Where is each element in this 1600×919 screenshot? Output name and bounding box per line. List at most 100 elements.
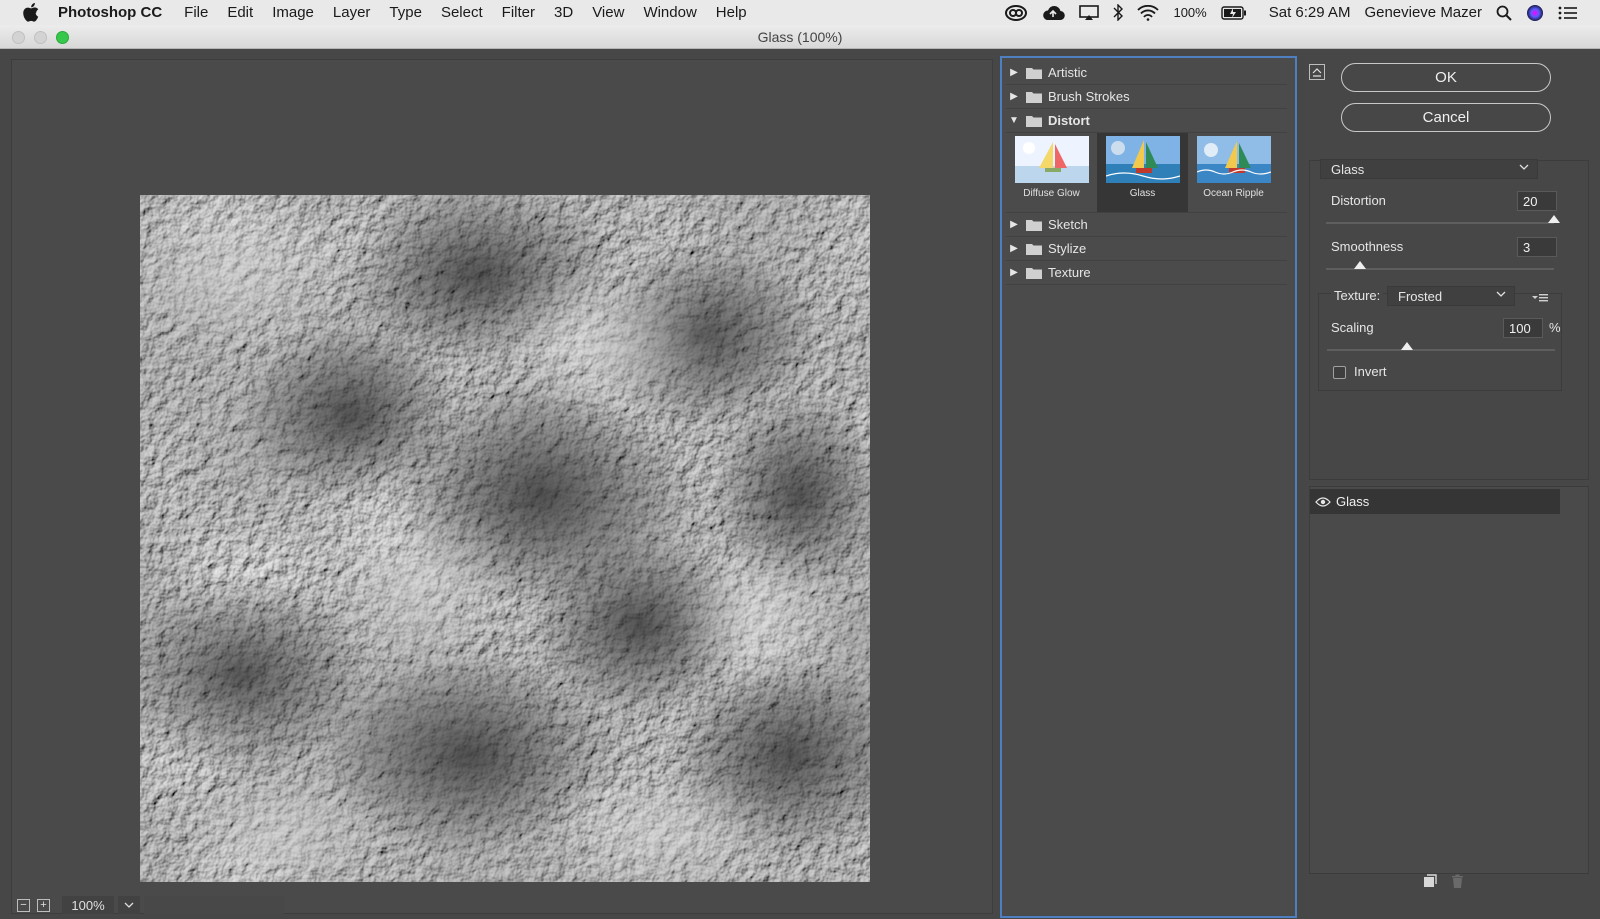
- scaling-unit: %: [1549, 320, 1561, 335]
- delete-effect-layer-trash-icon[interactable]: [1451, 874, 1464, 894]
- effect-layers-list: Glass: [1309, 486, 1589, 874]
- app-name-menu[interactable]: Photoshop CC: [58, 4, 162, 21]
- zoom-in-button[interactable]: +: [37, 898, 50, 912]
- category-label: Stylize: [1048, 241, 1087, 256]
- distortion-label: Distortion: [1331, 193, 1386, 208]
- cancel-button[interactable]: Cancel: [1341, 103, 1551, 132]
- filter-settings-panel: OK Cancel Glass Distortion 20 Smoothness…: [1305, 56, 1600, 918]
- menu-file[interactable]: File: [184, 4, 208, 21]
- clock[interactable]: Sat 6:29 AM: [1269, 4, 1351, 21]
- close-window-button[interactable]: [12, 31, 25, 44]
- smoothness-label: Smoothness: [1331, 239, 1404, 254]
- category-label: Sketch: [1048, 217, 1088, 232]
- texture-settings-group: Texture: Frosted Scaling 100 % Invert: [1318, 286, 1562, 391]
- category-artistic[interactable]: ▶ Artistic: [1006, 61, 1287, 85]
- category-distort[interactable]: ▼ Distort: [1006, 109, 1287, 133]
- thumbnail-label: Diffuse Glow: [1023, 188, 1080, 199]
- zoom-out-button[interactable]: −: [17, 898, 30, 912]
- scaling-input[interactable]: 100: [1503, 318, 1543, 338]
- menu-3d[interactable]: 3D: [554, 4, 573, 21]
- expand-triangle-icon[interactable]: ▶: [1006, 91, 1022, 102]
- filter-gallery-list: ▶ Artistic ▶ Brush Strokes ▼ Distort Dif…: [1000, 56, 1297, 918]
- category-brush-strokes[interactable]: ▶ Brush Strokes: [1006, 85, 1287, 109]
- texture-menu-icon[interactable]: [1531, 290, 1549, 308]
- smoothness-slider-handle[interactable]: [1354, 261, 1367, 269]
- expand-triangle-icon[interactable]: ▶: [1006, 267, 1022, 278]
- folder-icon: [1026, 67, 1042, 79]
- zoom-controls: − + 100%: [14, 895, 284, 915]
- collapse-gallery-icon[interactable]: [1309, 64, 1325, 80]
- category-stylize[interactable]: ▶ Stylize: [1006, 237, 1287, 261]
- category-texture[interactable]: ▶ Texture: [1006, 261, 1287, 285]
- bluetooth-icon[interactable]: [1113, 4, 1124, 21]
- thumbnail-glass[interactable]: Glass: [1097, 133, 1188, 212]
- menu-type[interactable]: Type: [389, 4, 422, 21]
- filter-select-value: Glass: [1331, 161, 1365, 177]
- window-title-bar: Glass (100%): [0, 25, 1600, 49]
- distortion-slider-handle[interactable]: [1548, 215, 1560, 223]
- maximize-window-button[interactable]: [56, 31, 69, 44]
- cloud-icon[interactable]: [1041, 5, 1066, 21]
- spotlight-search-icon[interactable]: [1496, 5, 1512, 21]
- folder-icon: [1026, 243, 1042, 255]
- category-label: Brush Strokes: [1048, 89, 1130, 104]
- thumbnail-label: Ocean Ripple: [1203, 188, 1264, 199]
- thumbnail-ocean-ripple[interactable]: Ocean Ripple: [1188, 133, 1279, 212]
- menu-help[interactable]: Help: [716, 4, 747, 21]
- sailboat-thumbnail-image: [1014, 136, 1089, 183]
- distortion-input[interactable]: 20: [1517, 191, 1557, 211]
- texture-select[interactable]: Frosted: [1387, 286, 1515, 306]
- menu-filter[interactable]: Filter: [502, 4, 535, 21]
- collapse-triangle-icon[interactable]: ▼: [1006, 115, 1022, 126]
- smoothness-slider-track[interactable]: [1326, 261, 1554, 270]
- menu-select[interactable]: Select: [441, 4, 483, 21]
- scaling-slider-handle[interactable]: [1400, 342, 1413, 350]
- airplay-icon[interactable]: [1079, 4, 1100, 21]
- expand-triangle-icon[interactable]: ▶: [1006, 219, 1022, 230]
- user-name[interactable]: Genevieve Mazer: [1364, 4, 1482, 21]
- expand-triangle-icon[interactable]: ▶: [1006, 243, 1022, 254]
- ok-button[interactable]: OK: [1341, 63, 1551, 92]
- texture-label: Texture:: [1331, 288, 1384, 303]
- siri-icon[interactable]: [1526, 4, 1544, 22]
- expand-triangle-icon[interactable]: ▶: [1006, 67, 1022, 78]
- invert-checkbox[interactable]: [1333, 366, 1346, 379]
- thumbnail-diffuse-glow[interactable]: Diffuse Glow: [1006, 133, 1097, 212]
- window-title: Glass (100%): [757, 28, 843, 45]
- notification-center-icon[interactable]: [1558, 6, 1578, 20]
- zoom-bar-filler: [144, 896, 284, 914]
- minimize-window-button[interactable]: [34, 31, 47, 44]
- new-effect-layer-icon[interactable]: [1423, 874, 1437, 894]
- filter-settings-group: Glass Distortion 20 Smoothness 3 Texture…: [1309, 159, 1589, 480]
- menu-window[interactable]: Window: [643, 4, 696, 21]
- category-sketch[interactable]: ▶ Sketch: [1006, 213, 1287, 237]
- folder-icon: [1026, 219, 1042, 231]
- glass-texture-preview-image[interactable]: [140, 195, 870, 882]
- wifi-icon[interactable]: [1137, 4, 1160, 21]
- battery-icon[interactable]: [1221, 5, 1247, 20]
- zoom-level[interactable]: 100%: [62, 896, 114, 914]
- menu-layer[interactable]: Layer: [333, 4, 371, 21]
- menu-image[interactable]: Image: [272, 4, 314, 21]
- window-controls: [12, 31, 69, 44]
- menu-view[interactable]: View: [592, 4, 624, 21]
- effect-layer-glass[interactable]: Glass: [1310, 489, 1560, 514]
- smoothness-input[interactable]: 3: [1517, 237, 1557, 257]
- apple-menu-icon[interactable]: [20, 2, 42, 24]
- filter-select[interactable]: Glass: [1320, 159, 1538, 179]
- menu-bar: Photoshop CC File Edit Image Layer Type …: [0, 0, 1600, 25]
- filter-preview-pane: [11, 59, 993, 914]
- invert-label: Invert: [1354, 364, 1387, 379]
- visibility-eye-icon[interactable]: [1310, 496, 1336, 507]
- distortion-slider-track[interactable]: [1326, 215, 1560, 224]
- zoom-dropdown-chevron-icon[interactable]: [118, 896, 140, 914]
- category-label: Distort: [1048, 113, 1090, 128]
- category-label: Artistic: [1048, 65, 1087, 80]
- menu-edit[interactable]: Edit: [227, 4, 253, 21]
- creative-cloud-icon[interactable]: [1005, 4, 1028, 21]
- battery-percent: 100%: [1173, 5, 1207, 20]
- category-label: Texture: [1048, 265, 1091, 280]
- folder-open-icon: [1026, 115, 1042, 127]
- scaling-slider-track[interactable]: [1327, 342, 1555, 351]
- effect-layer-actions: [1423, 874, 1464, 894]
